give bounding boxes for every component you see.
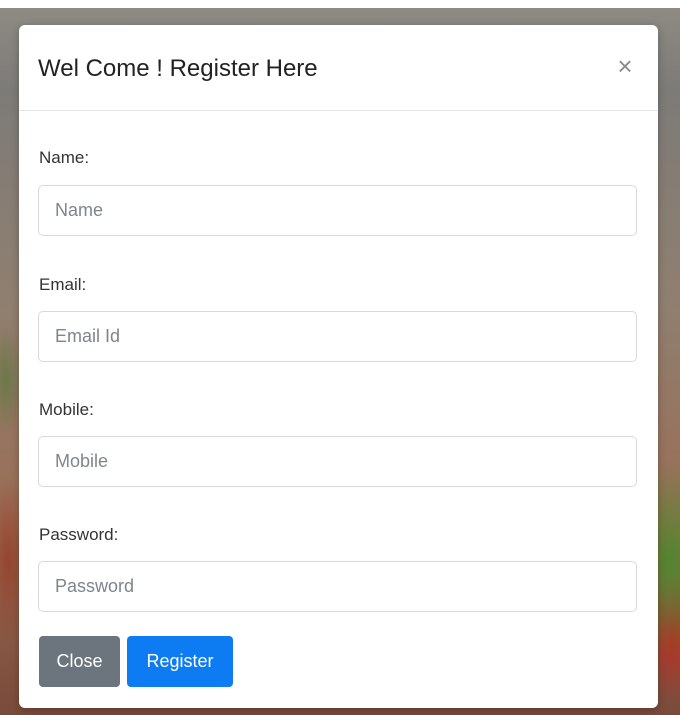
mobile-input[interactable] bbox=[38, 436, 637, 487]
password-label: Password: bbox=[39, 525, 119, 544]
modal-title: Wel Come ! Register Here bbox=[38, 55, 318, 82]
password-input[interactable] bbox=[38, 561, 637, 612]
email-input[interactable] bbox=[38, 311, 637, 362]
name-label: Name: bbox=[39, 148, 90, 167]
close-icon[interactable]: × bbox=[614, 53, 636, 79]
close-button[interactable]: Close bbox=[39, 636, 120, 687]
register-modal: Wel Come ! Register Here × Name: Email: … bbox=[19, 25, 658, 708]
name-input[interactable] bbox=[38, 185, 637, 236]
mobile-label: Mobile: bbox=[39, 400, 94, 419]
email-label: Email: bbox=[39, 275, 87, 294]
register-button[interactable]: Register bbox=[127, 636, 233, 687]
modal-header: Wel Come ! Register Here × bbox=[19, 25, 658, 111]
